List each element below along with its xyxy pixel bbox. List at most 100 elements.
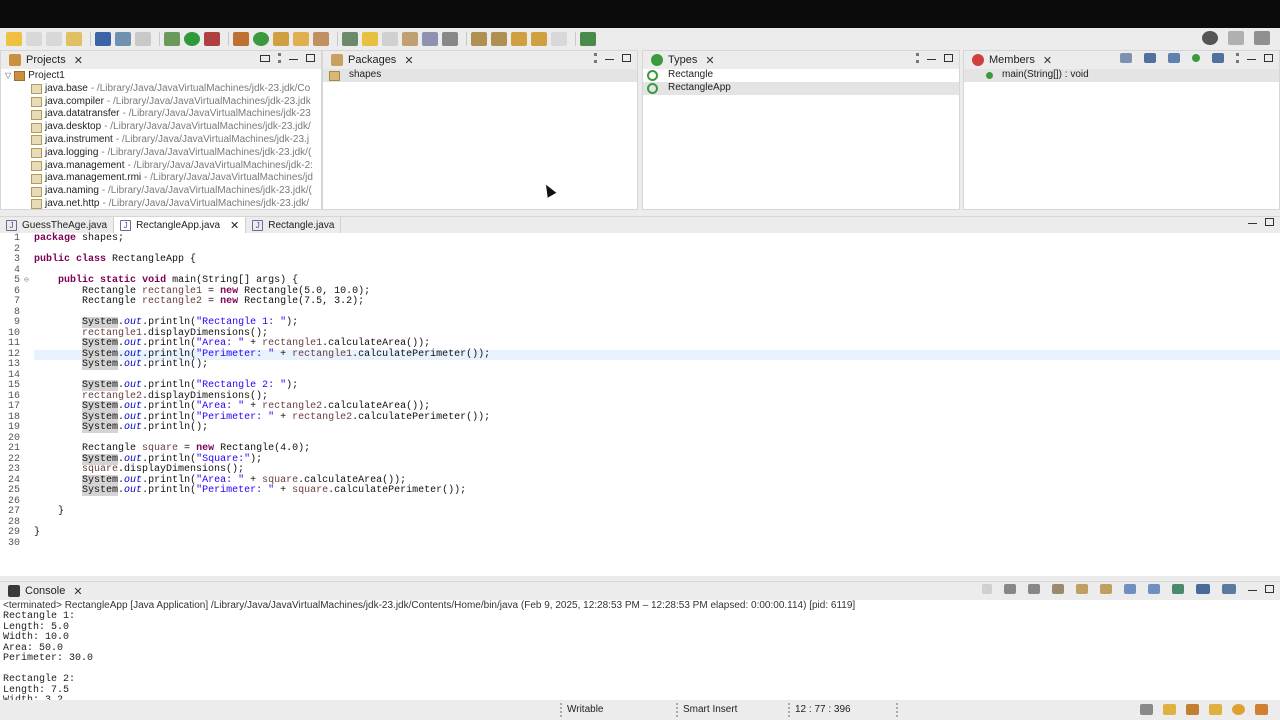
open-type-icon[interactable] bbox=[273, 32, 289, 46]
open-folder-icon[interactable] bbox=[293, 32, 309, 46]
scroll-lock-icon[interactable] bbox=[1076, 584, 1088, 594]
tree-project-root[interactable]: ▽ Project1 bbox=[5, 70, 321, 83]
save-icon[interactable] bbox=[26, 32, 42, 46]
tips-icon[interactable] bbox=[1140, 704, 1153, 715]
editor-tab-guesstheage[interactable]: J GuessTheAge.java bbox=[0, 217, 115, 233]
tree-module-item[interactable]: java.management.rmi - /Library/Java/JavaV… bbox=[31, 172, 321, 185]
close-icon[interactable]: ✕ bbox=[74, 54, 83, 67]
close-icon[interactable]: ✕ bbox=[1043, 54, 1052, 67]
prev-annotation-icon[interactable] bbox=[491, 32, 507, 46]
maximize-icon[interactable] bbox=[1264, 54, 1273, 62]
remove-all-icon[interactable] bbox=[1028, 584, 1040, 594]
tab-console[interactable]: Console ✕ bbox=[4, 582, 89, 600]
info-icon[interactable] bbox=[1232, 704, 1245, 715]
view-menu-icon[interactable] bbox=[594, 53, 597, 63]
tab-members[interactable]: Members ✕ bbox=[968, 51, 1058, 69]
maximize-icon[interactable] bbox=[622, 54, 631, 62]
search-tool-icon[interactable] bbox=[313, 32, 329, 46]
minimize-icon[interactable] bbox=[1247, 58, 1256, 60]
pilcrow-icon[interactable] bbox=[442, 32, 458, 46]
show-whitespace-icon[interactable] bbox=[422, 32, 438, 46]
build-icon[interactable] bbox=[135, 32, 151, 46]
notification-icon[interactable] bbox=[1255, 704, 1268, 715]
pin-editor-icon[interactable] bbox=[580, 32, 596, 46]
tree-module-item[interactable]: java.compiler - /Library/Java/JavaVirtual… bbox=[31, 96, 321, 109]
minimize-icon[interactable] bbox=[1248, 222, 1257, 224]
search-icon[interactable] bbox=[1202, 31, 1218, 45]
type-item[interactable]: Rectangle bbox=[643, 69, 959, 82]
minimize-icon[interactable] bbox=[289, 58, 298, 60]
tree-module-item[interactable]: java.naming - /Library/Java/JavaVirtualMa… bbox=[31, 185, 321, 198]
hide-static-icon[interactable] bbox=[1168, 53, 1180, 63]
minimize-icon[interactable] bbox=[605, 58, 614, 60]
annotation-icon[interactable] bbox=[342, 32, 358, 46]
tree-module-item[interactable]: java.datatransfer - /Library/Java/JavaVir… bbox=[31, 108, 321, 121]
display-console-icon[interactable] bbox=[1196, 584, 1210, 594]
word-wrap-icon[interactable] bbox=[1100, 584, 1112, 594]
pin-console-icon[interactable] bbox=[1172, 584, 1184, 594]
editor-tab-rectangle[interactable]: J Rectangle.java bbox=[246, 217, 342, 233]
maximize-icon[interactable] bbox=[1265, 585, 1274, 593]
new-java-project-icon[interactable] bbox=[233, 32, 249, 46]
next-annotation-icon[interactable] bbox=[471, 32, 487, 46]
maximize-icon[interactable] bbox=[306, 54, 315, 62]
block-selection-icon[interactable] bbox=[382, 32, 398, 46]
hide-fields-icon[interactable] bbox=[1144, 53, 1156, 63]
chevron-down-icon[interactable]: ▽ bbox=[5, 70, 11, 83]
folder-icon[interactable] bbox=[1163, 704, 1176, 715]
forward-icon[interactable] bbox=[551, 32, 567, 46]
tree-module-item[interactable]: java.management - /Library/Java/JavaVirtu… bbox=[31, 160, 321, 173]
maximize-icon[interactable] bbox=[944, 54, 953, 62]
undo-icon[interactable] bbox=[66, 32, 82, 46]
hide-nonpublic-icon[interactable] bbox=[1192, 54, 1200, 62]
sort-icon[interactable] bbox=[1120, 53, 1132, 63]
minimize-icon[interactable] bbox=[927, 58, 936, 60]
view-menu-icon[interactable] bbox=[916, 53, 919, 63]
close-icon[interactable]: ✕ bbox=[230, 219, 239, 232]
package-item[interactable]: shapes bbox=[323, 69, 637, 82]
maximize-icon[interactable] bbox=[1265, 218, 1274, 226]
view-menu-icon[interactable] bbox=[278, 53, 281, 63]
member-item[interactable]: main(String[]) : void bbox=[964, 69, 1279, 82]
collapse-all-icon[interactable] bbox=[260, 54, 270, 62]
close-icon[interactable]: ✕ bbox=[705, 54, 714, 67]
debug-icon[interactable] bbox=[164, 32, 180, 46]
last-edit-icon[interactable] bbox=[511, 32, 527, 46]
close-icon[interactable]: ✕ bbox=[73, 585, 82, 598]
tree-module-item[interactable]: java.logging - /Library/Java/JavaVirtualM… bbox=[31, 147, 321, 160]
word-wrap-icon[interactable] bbox=[402, 32, 418, 46]
pen-icon[interactable] bbox=[1209, 704, 1222, 715]
type-item[interactable]: RectangleApp bbox=[643, 82, 959, 95]
skip-breakpoints-icon[interactable] bbox=[115, 32, 131, 46]
terminate-icon[interactable] bbox=[982, 584, 992, 594]
java-browsing-perspective-icon[interactable] bbox=[1254, 31, 1270, 45]
tree-module-item[interactable]: java.base - /Library/Java/JavaVirtualMach… bbox=[31, 83, 321, 96]
tree-module-item[interactable]: java.net.http - /Library/Java/JavaVirtual… bbox=[31, 198, 321, 209]
mark-occurrences-icon[interactable] bbox=[362, 32, 378, 46]
minimize-icon[interactable] bbox=[1248, 589, 1257, 591]
clear-console-icon[interactable] bbox=[1052, 584, 1064, 594]
tab-types[interactable]: Types ✕ bbox=[647, 51, 721, 69]
open-perspective-icon[interactable] bbox=[1228, 31, 1244, 45]
view-menu-icon[interactable] bbox=[1236, 53, 1239, 63]
show-stdout-icon[interactable] bbox=[1124, 584, 1136, 594]
show-stderr-icon[interactable] bbox=[1148, 584, 1160, 594]
tab-projects[interactable]: Projects ✕ bbox=[5, 51, 89, 69]
back-icon[interactable] bbox=[531, 32, 547, 46]
save-all-icon[interactable] bbox=[46, 32, 62, 46]
fold-toggle-icon[interactable]: ⊖ bbox=[24, 276, 34, 287]
remove-launch-icon[interactable] bbox=[1004, 584, 1016, 594]
open-console-icon[interactable] bbox=[1222, 584, 1236, 594]
tab-packages[interactable]: Packages ✕ bbox=[327, 51, 420, 69]
external-tools-icon[interactable] bbox=[204, 32, 220, 46]
close-icon[interactable]: ✕ bbox=[404, 54, 413, 67]
terminal-icon[interactable] bbox=[95, 32, 111, 46]
new-class-icon[interactable] bbox=[253, 32, 269, 46]
run-icon[interactable] bbox=[184, 32, 200, 46]
code-editor[interactable]: 1 package shapes; 2 3 public class Rectang… bbox=[0, 233, 1280, 549]
new-icon[interactable] bbox=[6, 32, 22, 46]
tree-module-item[interactable]: java.desktop - /Library/Java/JavaVirtualM… bbox=[31, 121, 321, 134]
bookmark-icon[interactable] bbox=[1186, 704, 1199, 715]
hide-local-types-icon[interactable] bbox=[1212, 53, 1224, 63]
tree-module-item[interactable]: java.instrument - /Library/Java/JavaVirtu… bbox=[31, 134, 321, 147]
